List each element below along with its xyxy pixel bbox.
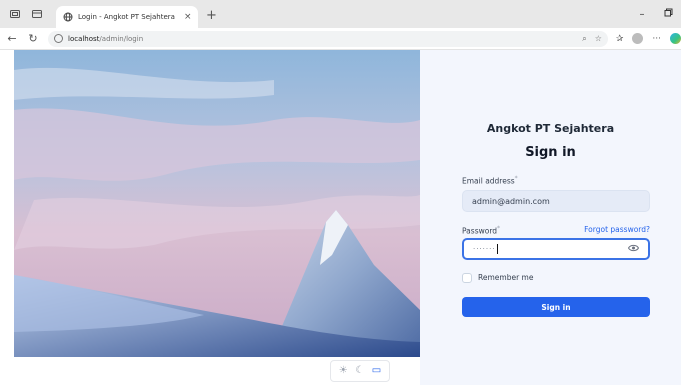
url-actions: ⌕ ☆ [582, 34, 602, 44]
browser-tab[interactable]: Login - Angkot PT Sejahtera × [56, 6, 198, 28]
login-panel: Angkot PT Sejahtera Sign in Email addres… [420, 50, 681, 385]
login-page: ☀ ☾ ▭ Angkot PT Sejahtera Sign in Email … [14, 50, 681, 385]
sign-in-button[interactable]: Sign in [462, 297, 650, 317]
password-label-text: Password [462, 226, 498, 236]
globe-icon [62, 12, 73, 23]
email-label: Email address* [462, 175, 518, 186]
address-bar: ← ↻ localhost/admin/login ⌕ ☆ ✰ ··· [0, 28, 681, 50]
site-info-icon[interactable] [54, 34, 63, 43]
close-tab-icon[interactable]: × [184, 12, 192, 22]
url-host: localhost [68, 34, 100, 43]
favorite-star-icon[interactable]: ☆ [595, 34, 602, 44]
light-mode-icon[interactable]: ☀ [339, 366, 348, 376]
back-icon[interactable]: ← [3, 32, 21, 45]
window-controls: – [629, 0, 681, 28]
page-title: Sign in [525, 145, 576, 160]
email-field[interactable]: admin@admin.com [462, 190, 650, 212]
show-password-eye-icon[interactable] [627, 244, 640, 255]
workspaces-icon[interactable] [8, 7, 22, 21]
forgot-password-link[interactable]: Forgot password? [580, 225, 650, 234]
tab-actions-icon[interactable] [30, 7, 44, 21]
password-value: ······· [473, 245, 496, 253]
text-caret [496, 244, 498, 254]
url-path: /admin/login [99, 34, 144, 43]
browser-tab-bar: Login - Angkot PT Sejahtera × + – [0, 0, 681, 28]
favorites-icon[interactable]: ✰ [616, 34, 624, 44]
required-mark: * [497, 225, 501, 232]
password-field[interactable]: ······· [462, 238, 650, 260]
restore-button[interactable] [655, 8, 681, 20]
tab-title: Login - Angkot PT Sejahtera [78, 13, 175, 21]
copilot-icon[interactable] [670, 33, 681, 44]
mountain-hero-image [14, 50, 420, 357]
browser-toolbar: ✰ ··· [616, 33, 681, 44]
profile-avatar[interactable] [632, 33, 644, 44]
minimize-button[interactable]: – [629, 9, 655, 20]
remember-me-label[interactable]: Remember me [478, 273, 533, 282]
remember-me-checkbox[interactable] [462, 273, 472, 283]
email-value: admin@admin.com [472, 196, 550, 206]
password-label: Password* [462, 225, 500, 236]
dark-mode-icon[interactable]: ☾ [355, 366, 364, 376]
brand-name: Angkot PT Sejahtera [486, 122, 615, 135]
system-mode-icon[interactable]: ▭ [372, 366, 381, 376]
required-mark: * [514, 175, 518, 182]
theme-switcher: ☀ ☾ ▭ [330, 360, 390, 382]
url-field[interactable]: localhost/admin/login ⌕ ☆ [48, 30, 608, 47]
email-label-text: Email address [462, 176, 515, 186]
more-options-icon[interactable]: ··· [652, 34, 661, 44]
search-icon[interactable]: ⌕ [582, 34, 586, 44]
refresh-icon[interactable]: ↻ [24, 32, 42, 45]
new-tab-button[interactable]: + [206, 8, 217, 23]
